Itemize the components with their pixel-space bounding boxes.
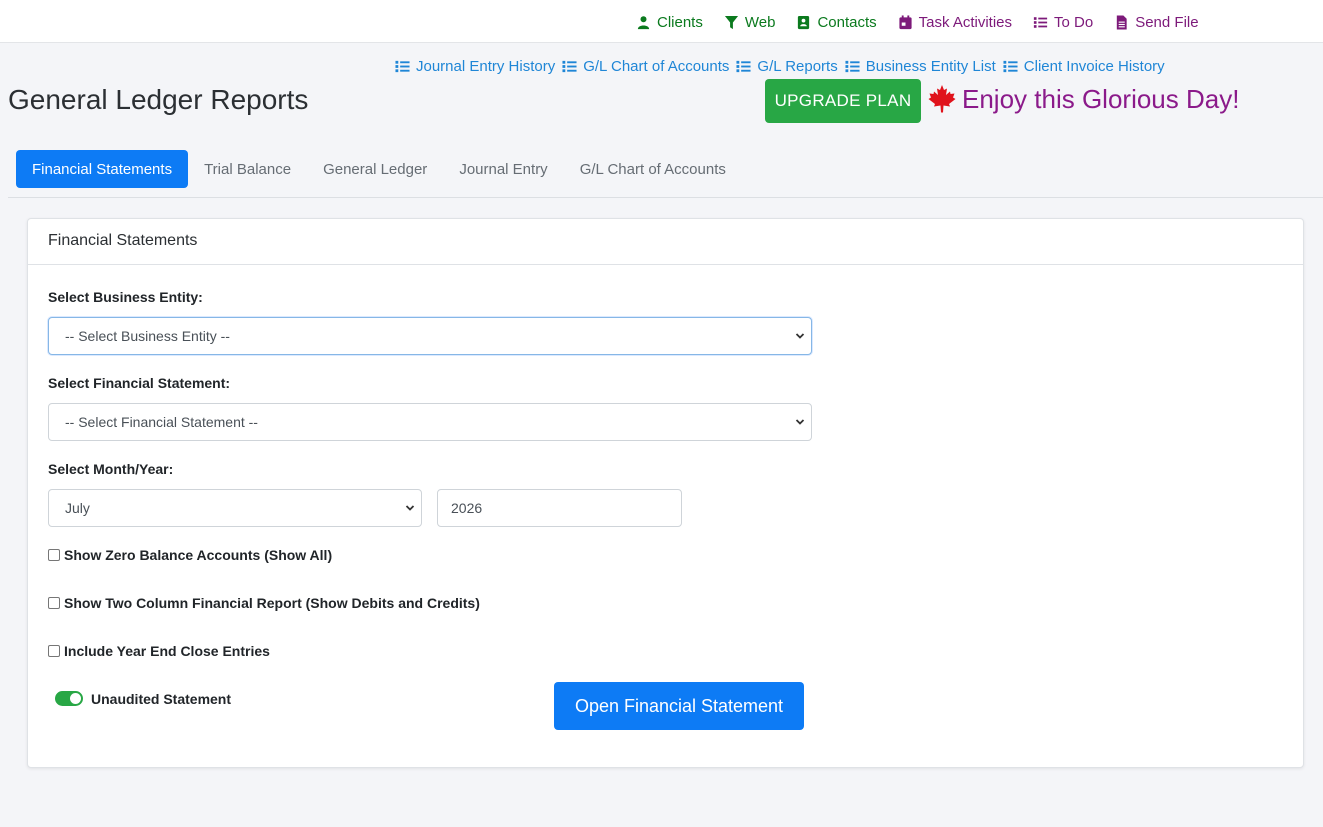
link-label: G/L Reports [757,58,838,75]
list-icon [395,60,410,73]
link-label: G/L Chart of Accounts [583,58,730,75]
chevron-down-icon [795,333,805,339]
calendar-icon [899,15,912,30]
zero-balance-checkbox-row[interactable]: Show Zero Balance Accounts (Show All) [48,547,332,563]
chevron-down-icon [405,505,415,511]
report-tabs: Financial Statements Trial Balance Gener… [16,150,742,188]
greeting-text: Enjoy this Glorious Day! [962,84,1240,114]
month-select[interactable]: July [48,489,422,527]
contact-card-icon [798,15,810,30]
financial-statements-card: Financial Statements Select Business Ent… [27,218,1304,768]
link-gl-reports[interactable]: G/L Reports [735,58,838,75]
unaudited-label: Unaudited Statement [91,691,232,707]
zero-balance-label: Show Zero Balance Accounts (Show All) [64,547,333,563]
nav-send-file[interactable]: Send File [1114,14,1199,31]
nav-to-do[interactable]: To Do [1033,14,1093,31]
link-business-entity-list[interactable]: Business Entity List [844,58,996,75]
entity-label: Select Business Entity: [48,289,203,305]
filter-icon [724,15,738,30]
year-end-close-checkbox-row[interactable]: Include Year End Close Entries [48,643,270,659]
two-column-checkbox[interactable] [48,597,60,609]
financial-statement-select[interactable]: -- Select Financial Statement -- [48,403,812,441]
list-icon [845,60,860,73]
top-nav: Clients Web Contacts Task Activities To … [636,14,1220,31]
top-bar: Clients Web Contacts Task Activities To … [0,0,1323,43]
maple-leaf-icon [928,85,956,113]
toggle-knob [70,693,81,704]
card-header: Financial Statements [28,219,1303,265]
month-year-label: Select Month/Year: [48,461,174,477]
year-end-close-checkbox[interactable] [48,645,60,657]
business-entity-value: -- Select Business Entity -- [65,328,230,344]
year-end-close-label: Include Year End Close Entries [64,643,270,659]
tab-financial-statements[interactable]: Financial Statements [16,150,189,188]
tabs-divider [8,197,1323,198]
sub-links: Journal Entry History G/L Chart of Accou… [394,58,1171,75]
nav-contacts-label: Contacts [817,14,877,31]
nav-task-activities-label: Task Activities [918,14,1013,31]
nav-web-label: Web [744,14,776,31]
unaudited-toggle[interactable] [55,691,83,706]
list-icon [562,60,577,73]
link-label: Client Invoice History [1023,58,1165,75]
link-client-invoice-history[interactable]: Client Invoice History [1002,58,1165,75]
zero-balance-checkbox[interactable] [48,549,60,561]
nav-clients-label: Clients [657,14,703,31]
nav-contacts[interactable]: Contacts [796,14,877,31]
statement-label: Select Financial Statement: [48,375,231,391]
list-icon [736,60,751,73]
two-column-label: Show Two Column Financial Report (Show D… [64,595,480,611]
chevron-down-icon [795,419,805,425]
link-label: Business Entity List [865,58,996,75]
upgrade-plan-button[interactable]: UPGRADE PLAN [765,79,921,123]
nav-send-file-label: Send File [1135,14,1199,31]
link-journal-entry-history[interactable]: Journal Entry History [394,58,555,75]
tab-journal-entry[interactable]: Journal Entry [443,150,563,188]
tab-trial-balance[interactable]: Trial Balance [188,150,307,188]
user-icon [637,16,650,30]
tab-gl-chart-of-accounts[interactable]: G/L Chart of Accounts [564,150,742,188]
list-icon [1033,17,1048,28]
month-value: July [65,500,90,516]
nav-to-do-label: To Do [1054,14,1094,31]
link-gl-chart-of-accounts[interactable]: G/L Chart of Accounts [561,58,729,75]
nav-clients[interactable]: Clients [636,14,703,31]
tab-general-ledger[interactable]: General Ledger [307,150,443,188]
nav-web[interactable]: Web [724,14,776,31]
year-input[interactable]: 2026 [437,489,682,527]
business-entity-select[interactable]: -- Select Business Entity -- [48,317,812,355]
page-title: General Ledger Reports [8,84,309,115]
file-icon [1117,15,1127,30]
link-label: Journal Entry History [416,58,556,75]
two-column-checkbox-row[interactable]: Show Two Column Financial Report (Show D… [48,595,480,611]
financial-statement-value: -- Select Financial Statement -- [65,414,258,430]
open-financial-statement-button[interactable]: Open Financial Statement [554,682,804,730]
nav-task-activities[interactable]: Task Activities [898,14,1012,31]
list-icon [1003,60,1018,73]
